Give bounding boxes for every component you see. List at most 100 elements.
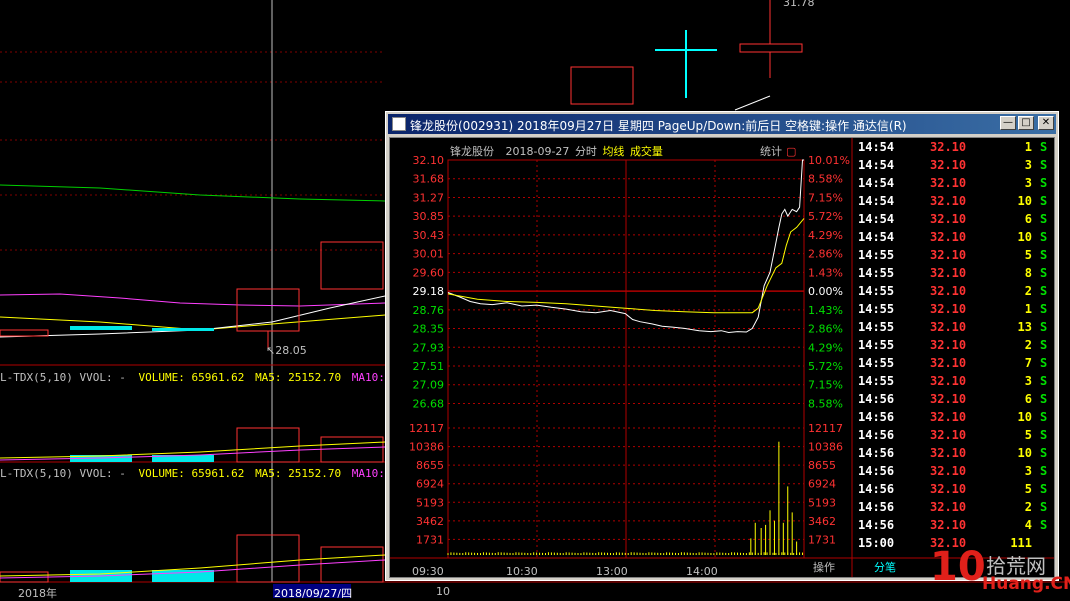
tick-bs: S <box>1040 140 1048 154</box>
tick-vol: 10 <box>1017 230 1032 244</box>
vol-tick-label: 8655 <box>416 459 444 472</box>
tick-row: 14:55 32.10 3 S <box>852 372 1054 390</box>
tick-time: 14:54 <box>858 212 895 226</box>
tick-price: 32.10 <box>930 248 967 262</box>
tick-bs: S <box>1040 266 1048 280</box>
price-tick-label: 28.76 <box>413 304 445 317</box>
tick-row: 14:54 32.10 1 S <box>852 138 1054 156</box>
tick-bs: S <box>1040 158 1048 172</box>
tab-operate[interactable]: 操作 <box>813 559 835 577</box>
intraday-panel: 锋龙股份 2018-09-27 分时 均线 成交量 统计 ▢ 32.10 10.01… <box>389 137 1055 578</box>
tick-vol: 1 <box>1024 140 1032 154</box>
vol-tick-label: 12117 <box>409 422 444 435</box>
tick-price: 32.10 <box>930 392 967 406</box>
close-button[interactable]: ✕ <box>1038 116 1054 130</box>
maximize-button[interactable]: □ <box>1018 116 1034 130</box>
tick-price: 32.10 <box>930 194 967 208</box>
tick-vol: 5 <box>1024 428 1032 442</box>
price-tick-label: 32.10 <box>413 154 445 167</box>
tick-time: 14:54 <box>858 140 895 154</box>
tick-price: 32.10 <box>930 338 967 352</box>
tick-price: 32.10 <box>930 302 967 316</box>
minimize-button[interactable]: — <box>1000 116 1016 130</box>
tick-time: 14:54 <box>858 194 895 208</box>
window-titlebar[interactable]: 锋龙股份(002931) 2018年09月27日 星期四 PageUp/Down… <box>388 114 1056 134</box>
time-tick-label: 10:30 <box>506 565 538 578</box>
tab-ticks[interactable]: 分笔 <box>874 559 896 577</box>
tick-row: 14:56 32.10 6 S <box>852 390 1054 408</box>
tick-bs: S <box>1040 446 1048 460</box>
tick-time: 14:56 <box>858 518 895 532</box>
tick-row: 14:56 32.10 5 S <box>852 480 1054 498</box>
pct-tick-label: 7.15% <box>808 191 843 204</box>
tick-time: 14:55 <box>858 284 895 298</box>
pct-tick-label: 10.01% <box>808 154 850 167</box>
tick-time: 14:55 <box>858 248 895 262</box>
tick-time: 14:55 <box>858 356 895 370</box>
tick-vol: 6 <box>1024 212 1032 226</box>
tick-time: 14:55 <box>858 374 895 388</box>
top-price-label: 31.78 <box>783 0 815 9</box>
tick-price: 32.10 <box>930 374 967 388</box>
intraday-window[interactable]: 锋龙股份(002931) 2018年09月27日 星期四 PageUp/Down… <box>385 111 1059 581</box>
vol-tick-label-right: 6924 <box>808 478 836 491</box>
tick-price: 32.10 <box>930 320 967 334</box>
tick-price: 32.10 <box>930 410 967 424</box>
tick-time: 14:56 <box>858 482 895 496</box>
tick-price: 32.10 <box>930 464 967 478</box>
tick-row: 14:56 32.10 3 S <box>852 462 1054 480</box>
tick-vol: 2 <box>1024 284 1032 298</box>
tick-vol: 2 <box>1024 338 1032 352</box>
tick-time: 14:56 <box>858 392 895 406</box>
tick-row: 14:56 32.10 2 S <box>852 498 1054 516</box>
tick-vol: 1 <box>1024 302 1032 316</box>
tick-price: 32.10 <box>930 428 967 442</box>
tick-price: 32.10 <box>930 266 967 280</box>
tick-vol: 3 <box>1024 464 1032 478</box>
time-tick-label: 14:00 <box>686 565 718 578</box>
tick-table[interactable]: 14:54 32.10 1 S 14:54 32.10 3 S 14:54 32.10 3 S 14:5… <box>852 138 1054 558</box>
tick-row: 14:55 32.10 8 S <box>852 264 1054 282</box>
pct-tick-label: 8.58% <box>808 173 843 186</box>
tick-vol: 3 <box>1024 374 1032 388</box>
tick-time: 15:00 <box>858 536 895 550</box>
tick-bs: S <box>1040 176 1048 190</box>
pct-tick-label: 1.43% <box>808 266 843 279</box>
date-axis-selected[interactable]: 2018/09/27/四 <box>274 585 352 601</box>
tick-bs: S <box>1040 428 1048 442</box>
time-tick-label: 09:30 <box>412 565 444 578</box>
time-tick-label: 13:00 <box>596 565 628 578</box>
tick-bs: S <box>1040 212 1048 226</box>
tick-row: 14:56 32.10 10 S <box>852 408 1054 426</box>
volume-indicator-line: L-TDX(5,10) VVOL: - VOLUME: 65961.62 MA5… <box>0 371 418 384</box>
tick-vol: 5 <box>1024 248 1032 262</box>
tick-price: 32.10 <box>930 176 967 190</box>
vol-tick-label: 10386 <box>409 441 444 454</box>
tick-row: 14:56 32.10 5 S <box>852 426 1054 444</box>
tick-time: 14:56 <box>858 446 895 460</box>
vol-tick-label: 3462 <box>416 515 444 528</box>
price-tick-label: 27.09 <box>413 379 445 392</box>
tick-row: 14:54 32.10 3 S <box>852 174 1054 192</box>
tick-row: 14:54 32.10 3 S <box>852 156 1054 174</box>
price-tick-label: 26.68 <box>413 397 445 410</box>
tick-price: 32.10 <box>930 212 967 226</box>
tick-vol: 6 <box>1024 392 1032 406</box>
tick-bs: S <box>1040 410 1048 424</box>
date-axis-year: 2018年 <box>18 587 57 600</box>
tick-vol: 7 <box>1024 356 1032 370</box>
tick-vol: 13 <box>1017 320 1032 334</box>
pct-tick-label: 4.29% <box>808 229 843 242</box>
price-tick-label: 30.43 <box>413 229 445 242</box>
tick-time: 14:55 <box>858 302 895 316</box>
vol-tick-label: 5193 <box>416 496 444 509</box>
price-tick-label: 27.51 <box>413 360 445 373</box>
price-tick-label: 29.60 <box>413 266 445 279</box>
tick-time: 14:56 <box>858 428 895 442</box>
pct-tick-label: 8.58% <box>808 397 843 410</box>
window-title: 锋龙股份(002931) 2018年09月27日 星期四 PageUp/Down… <box>410 119 907 133</box>
tick-price: 32.10 <box>930 482 967 496</box>
tick-time: 14:55 <box>858 320 895 334</box>
vol-tick-label: 6924 <box>416 478 444 491</box>
price-tick-label: 31.27 <box>413 191 445 204</box>
